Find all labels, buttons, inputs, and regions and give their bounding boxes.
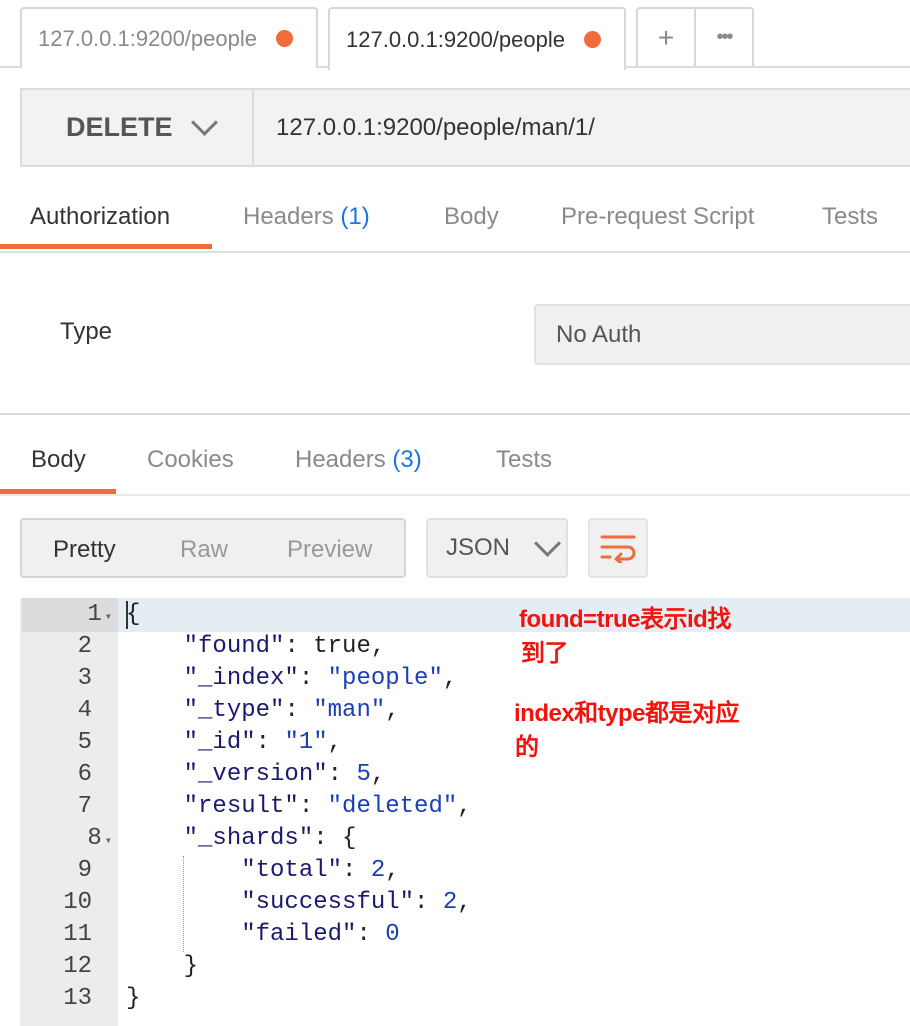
- tab-response-body[interactable]: Body: [31, 446, 86, 474]
- line-number-text: 2: [77, 633, 92, 660]
- code-line: {: [126, 601, 141, 628]
- more-tabs-button[interactable]: •••: [694, 9, 752, 66]
- view-raw-button[interactable]: Raw: [180, 536, 228, 564]
- request-tab-title: 127.0.0.1:9200/people: [38, 25, 257, 51]
- view-pretty-button[interactable]: Pretty: [53, 536, 116, 564]
- annotation-line: 的: [515, 734, 539, 761]
- line-number-text: 6: [77, 761, 92, 788]
- chevron-down-icon: [534, 529, 561, 557]
- line-number-text: 5: [77, 729, 92, 756]
- response-tabs: Body Cookies Headers (3) Tests: [0, 428, 910, 496]
- request-tab[interactable]: 127.0.0.1:9200/people: [20, 7, 318, 68]
- annotation-index-type: index和type都是对应 的: [514, 697, 740, 765]
- new-tab-button[interactable]: +: [638, 9, 694, 66]
- line-number: 10: [20, 887, 92, 919]
- tab-prerequest-script[interactable]: Pre-request Script: [561, 203, 754, 231]
- code-line: "_id": "1",: [183, 729, 343, 756]
- unsaved-dot-icon: [276, 30, 293, 47]
- code-line: "found": true,: [183, 633, 386, 660]
- auth-type-select[interactable]: No Auth: [534, 304, 910, 365]
- text-cursor: [126, 601, 128, 629]
- unsaved-dot-icon: [584, 31, 601, 48]
- line-number-text: 7: [77, 793, 92, 820]
- line-number: 13: [20, 983, 92, 1015]
- line-number-text: 9: [77, 857, 92, 884]
- tab-authorization[interactable]: Authorization: [30, 203, 170, 231]
- indent-guide: [183, 856, 184, 952]
- line-number: 1 ▾: [20, 599, 112, 633]
- format-dropdown[interactable]: JSON: [426, 518, 568, 578]
- tab-response-headers[interactable]: Headers (3): [295, 446, 422, 474]
- line-number-text: 8: [87, 825, 102, 852]
- wrap-lines-button[interactable]: [588, 518, 648, 578]
- line-number: 6: [20, 759, 92, 791]
- request-bar: DELETE 127.0.0.1:9200/people/man/1/: [20, 88, 910, 167]
- annotation-line: 到了: [521, 640, 568, 667]
- code-line: }: [126, 985, 141, 1012]
- line-number-text: 10: [63, 889, 92, 916]
- headers-count-badge: (1): [340, 203, 370, 230]
- format-label: JSON: [446, 534, 511, 561]
- response-headers-count-badge: (3): [392, 446, 422, 473]
- view-mode-toggle: Pretty Raw Preview: [20, 518, 406, 578]
- line-number-text: 3: [77, 665, 92, 692]
- line-number: 7: [20, 791, 92, 823]
- active-tab-underline: [0, 489, 116, 494]
- code-line: "successful": 2,: [241, 889, 472, 916]
- active-line-highlight: [20, 598, 910, 632]
- method-dropdown[interactable]: DELETE: [22, 90, 254, 165]
- line-number: 11: [20, 919, 92, 951]
- fold-arrow-icon[interactable]: ▾: [105, 610, 112, 624]
- code-line: "_index": "people",: [183, 665, 458, 692]
- auth-type-value: No Auth: [556, 320, 642, 348]
- annotation-found: found=true表示id找 到了: [519, 603, 731, 671]
- tab-headers[interactable]: Headers (1): [243, 203, 370, 231]
- line-number-text: 13: [63, 985, 92, 1012]
- line-number: 3: [20, 663, 92, 695]
- line-number-text: 4: [77, 697, 92, 724]
- tab-tests[interactable]: Tests: [822, 203, 878, 231]
- line-number-text: 1: [87, 601, 102, 628]
- code-line: "_shards": {: [183, 825, 357, 852]
- code-line: "total": 2,: [241, 857, 400, 884]
- code-line: "_type": "man",: [183, 697, 400, 724]
- active-tab-underline: [0, 244, 212, 249]
- line-number-text: 11: [63, 921, 92, 948]
- request-tab-title: 127.0.0.1:9200/people: [346, 26, 565, 52]
- fold-arrow-icon[interactable]: ▾: [105, 834, 112, 848]
- line-number: 12: [20, 951, 92, 983]
- line-number: 9: [20, 855, 92, 887]
- tab-cookies[interactable]: Cookies: [147, 446, 234, 474]
- annotation-line: index和type都是对应: [514, 700, 740, 727]
- chevron-down-icon: [190, 109, 218, 136]
- code-line: "failed": 0: [241, 921, 400, 948]
- line-number: 4: [20, 695, 92, 727]
- code-line: "_version": 5,: [183, 761, 386, 788]
- url-input[interactable]: 127.0.0.1:9200/people/man/1/: [276, 90, 595, 165]
- tab-body[interactable]: Body: [444, 203, 499, 231]
- auth-type-label: Type: [60, 318, 113, 345]
- line-number: 5: [20, 727, 92, 759]
- section-divider: [0, 413, 910, 415]
- view-preview-button[interactable]: Preview: [287, 536, 372, 564]
- wrap-lines-icon: [600, 535, 636, 563]
- request-tabs: Authorization Headers (1) Body Pre-reque…: [0, 185, 910, 253]
- tab-response-headers-label: Headers: [295, 446, 386, 473]
- code-line: }: [126, 953, 199, 980]
- tab-headers-label: Headers: [243, 203, 334, 230]
- line-number: 2: [20, 631, 92, 663]
- line-number: 8 ▾: [20, 823, 112, 857]
- method-label: DELETE: [66, 112, 173, 142]
- annotation-line: found=true表示id找: [519, 606, 731, 633]
- code-line: "result": "deleted",: [183, 793, 472, 820]
- tab-actions: + •••: [636, 7, 754, 66]
- line-number-text: 12: [63, 953, 92, 980]
- tab-response-tests[interactable]: Tests: [496, 446, 552, 474]
- request-tab-active[interactable]: 127.0.0.1:9200/people: [328, 7, 626, 70]
